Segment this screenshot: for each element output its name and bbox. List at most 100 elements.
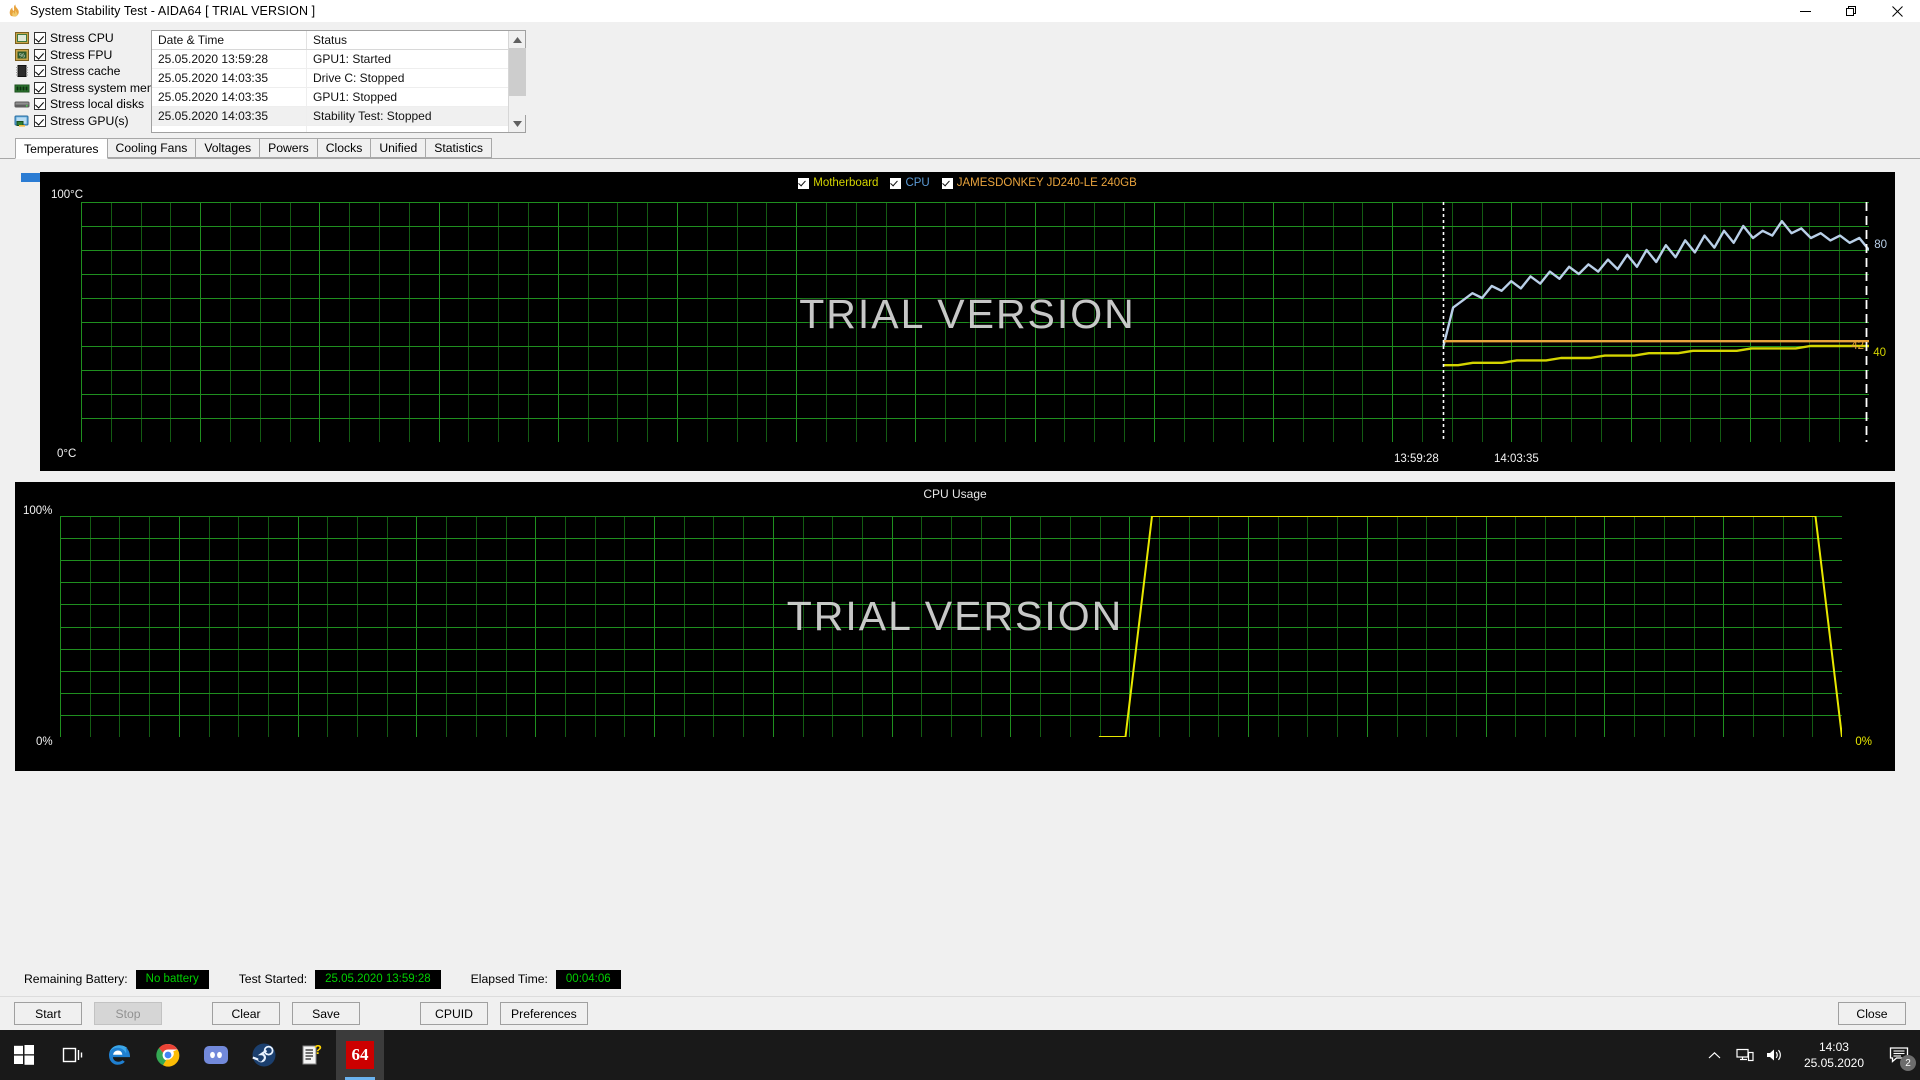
task-view-icon[interactable] — [48, 1030, 96, 1080]
title-bar: System Stability Test - AIDA64 [ TRIAL V… — [0, 0, 1920, 23]
elapsed-time-label: Elapsed Time: — [470, 972, 548, 986]
tab-clocks[interactable]: Clocks — [316, 138, 372, 158]
temperatures-plot-canvas — [81, 202, 1869, 442]
cpu-usage-chart[interactable]: CPU Usage 100% 0% TRIAL VERSION 0% — [15, 482, 1895, 771]
scroll-down-arrow-icon[interactable] — [509, 115, 526, 132]
cpu-chip-icon — [14, 31, 30, 45]
memory-ram-icon — [14, 81, 30, 95]
test-started-label: Test Started: — [238, 972, 308, 986]
legend-item-storage[interactable]: JAMESDONKEY JD240-LE 240GB — [941, 177, 1137, 189]
temp-axis-min-label: 0°C — [57, 448, 77, 460]
network-icon[interactable] — [1730, 1030, 1760, 1080]
steam-icon[interactable] — [240, 1030, 288, 1080]
minimize-button[interactable] — [1782, 0, 1828, 23]
help-document-icon[interactable]: ? — [288, 1030, 336, 1080]
stress-disks-checkbox[interactable] — [34, 98, 46, 111]
event-log-body: Date & Time Status 25.05.2020 13:59:28 G… — [152, 31, 508, 132]
close-dialog-button[interactable]: Close — [1838, 1002, 1906, 1025]
stress-option-cpu[interactable]: Stress CPU — [14, 30, 148, 47]
gpu-monitor-icon — [14, 114, 30, 128]
filler-status — [307, 126, 508, 132]
table-empty-area — [152, 126, 508, 132]
tab-unified[interactable]: Unified — [370, 138, 427, 158]
stress-fpu-checkbox[interactable] — [34, 48, 46, 61]
save-button[interactable]: Save — [292, 1002, 360, 1025]
cell-datetime: 25.05.2020 14:03:35 — [152, 88, 307, 107]
temperatures-chart[interactable]: Motherboard CPU JAMESDONKEY JD240-LE 240… — [40, 172, 1895, 471]
stress-cache-checkbox[interactable] — [34, 65, 46, 78]
chart-side-rail — [15, 171, 40, 470]
test-started-value: 25.05.2020 13:59:28 — [315, 969, 441, 989]
stress-fpu-label: Stress FPU — [50, 47, 113, 62]
chevron-up-icon[interactable] — [1700, 1030, 1730, 1080]
legend-label-motherboard: Motherboard — [813, 177, 879, 189]
legend-checkbox-motherboard[interactable] — [798, 177, 810, 189]
edge-browser-icon[interactable] — [96, 1030, 144, 1080]
tab-powers[interactable]: Powers — [259, 138, 318, 158]
stress-gpu-checkbox[interactable] — [34, 114, 46, 127]
svg-text:%: % — [19, 52, 25, 59]
scrollbar-track[interactable] — [508, 48, 526, 115]
volume-icon[interactable] — [1760, 1030, 1790, 1080]
table-row[interactable]: 25.05.2020 14:03:35 GPU1: Stopped — [152, 88, 508, 107]
stress-memory-checkbox[interactable] — [34, 81, 46, 94]
top-panel: Stress CPU % Stress FPU Stress cache Str… — [0, 23, 1920, 139]
stress-option-memory[interactable]: Stress system memory — [14, 80, 174, 97]
stress-option-cache[interactable]: Stress cache — [14, 63, 148, 80]
event-log-scrollbar[interactable] — [508, 31, 526, 132]
aida64-icon[interactable]: 64 — [336, 1030, 384, 1080]
notification-center-icon[interactable]: 2 — [1878, 1030, 1920, 1080]
tab-voltages[interactable]: Voltages — [195, 138, 261, 158]
cell-status: Stability Test: Stopped — [307, 107, 508, 126]
discord-icon[interactable] — [192, 1030, 240, 1080]
cpu-axis-min-label: 0% — [36, 736, 53, 748]
tab-temperatures[interactable]: Temperatures — [15, 138, 108, 159]
preferences-button[interactable]: Preferences — [500, 1002, 588, 1025]
table-row[interactable]: 25.05.2020 14:03:35 Drive C: Stopped — [152, 69, 508, 88]
legend-label-storage: JAMESDONKEY JD240-LE 240GB — [956, 177, 1137, 189]
stress-cpu-checkbox[interactable] — [34, 32, 46, 45]
event-log-table: Date & Time Status 25.05.2020 13:59:28 G… — [151, 30, 526, 133]
close-button[interactable] — [1874, 0, 1920, 23]
temp-xtick-end: 14:03:35 — [1494, 453, 1539, 465]
stress-option-gpu[interactable]: Stress GPU(s) — [14, 113, 148, 130]
event-log-header: Date & Time Status — [152, 31, 508, 50]
cell-datetime: 25.05.2020 14:03:35 — [152, 69, 307, 88]
cpuid-button[interactable]: CPUID — [420, 1002, 488, 1025]
temp-motherboard-value-label: 40 — [1873, 347, 1886, 359]
cell-datetime: 25.05.2020 14:03:35 — [152, 107, 307, 126]
temp-xtick-start: 13:59:28 — [1394, 453, 1439, 465]
maximize-restore-button[interactable] — [1828, 0, 1874, 23]
tab-statistics[interactable]: Statistics — [425, 138, 493, 158]
cache-chip-icon — [14, 64, 30, 78]
column-header-datetime[interactable]: Date & Time — [152, 31, 307, 49]
clock-date: 25.05.2020 — [1803, 1056, 1864, 1070]
stress-option-fpu[interactable]: % Stress FPU — [14, 47, 148, 64]
table-row[interactable]: 25.05.2020 13:59:28 GPU1: Started — [152, 50, 508, 69]
status-strip: Remaining Battery: No battery Test Start… — [0, 962, 1920, 996]
column-header-status[interactable]: Status — [307, 31, 508, 49]
elapsed-time-value: 00:04:06 — [555, 969, 621, 989]
tab-cooling-fans[interactable]: Cooling Fans — [106, 138, 197, 158]
stress-option-disks[interactable]: Stress local disks — [14, 96, 148, 113]
legend-item-cpu[interactable]: CPU — [890, 177, 930, 189]
legend-item-motherboard[interactable]: Motherboard — [798, 177, 878, 189]
legend-label-cpu: CPU — [905, 177, 930, 189]
chrome-browser-icon[interactable] — [144, 1030, 192, 1080]
table-row[interactable]: 25.05.2020 14:03:35 Stability Test: Stop… — [152, 107, 508, 126]
system-tray: 14:03 25.05.2020 2 — [1700, 1030, 1920, 1080]
legend-checkbox-storage[interactable] — [941, 177, 953, 189]
scrollbar-thumb[interactable] — [508, 48, 526, 96]
scroll-up-arrow-icon[interactable] — [509, 31, 526, 48]
svg-text:?: ? — [314, 1043, 322, 1057]
temperatures-chart-legend: Motherboard CPU JAMESDONKEY JD240-LE 240… — [41, 177, 1894, 189]
stress-cache-label: Stress cache — [50, 64, 121, 79]
stress-cpu-label: Stress CPU — [50, 31, 114, 46]
legend-checkbox-cpu[interactable] — [890, 177, 902, 189]
start-button[interactable]: Start — [14, 1002, 82, 1025]
charts-area: Motherboard CPU JAMESDONKEY JD240-LE 240… — [0, 159, 1920, 962]
clear-button[interactable]: Clear — [212, 1002, 280, 1025]
taskbar-clock[interactable]: 14:03 25.05.2020 — [1790, 1030, 1878, 1080]
clock-time: 14:03 — [1818, 1040, 1849, 1054]
windows-start-icon[interactable] — [0, 1030, 48, 1080]
